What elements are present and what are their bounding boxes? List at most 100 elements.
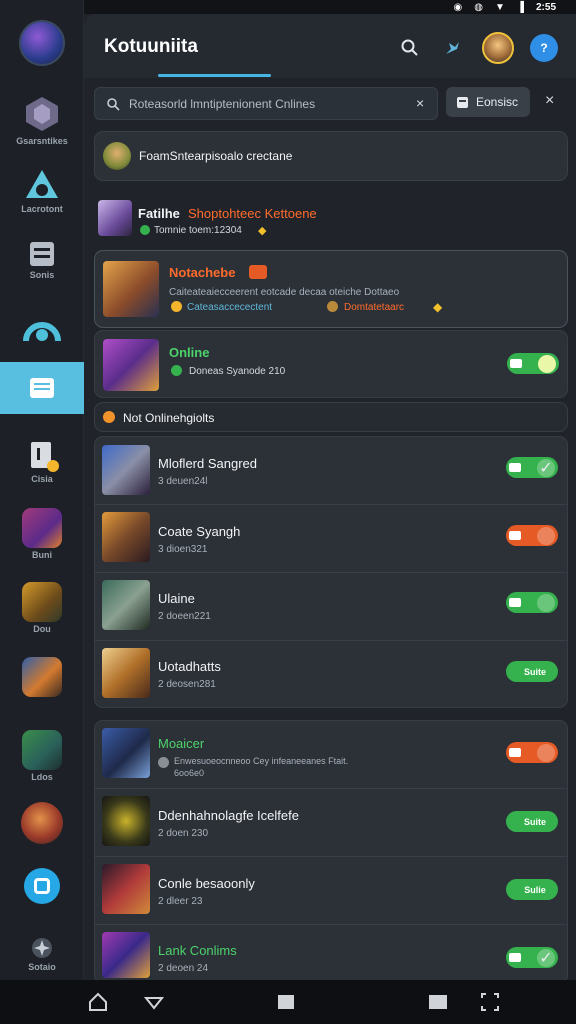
user-avatar xyxy=(482,32,514,64)
status-toggle[interactable]: Suite xyxy=(506,661,558,682)
help-button[interactable]: ? xyxy=(528,32,560,64)
home-icon xyxy=(89,992,107,1011)
pin-icon xyxy=(446,42,459,54)
sync-icon: ◍ xyxy=(474,1,483,13)
filter-button[interactable]: Eonsisc xyxy=(446,87,530,117)
badge-icon xyxy=(327,301,338,312)
sidebar-item-discover[interactable] xyxy=(0,307,84,343)
sidebar-item-messages[interactable] xyxy=(0,362,84,414)
sidebar-item-friends[interactable]: Dou xyxy=(0,582,84,634)
messages-icon xyxy=(30,378,54,398)
status-toggle[interactable] xyxy=(506,525,558,546)
main-panel: Kotuuniita ? Roteasorld lmntiptenionent … xyxy=(84,14,576,984)
status-toggle[interactable] xyxy=(506,742,558,763)
friend-avatar xyxy=(102,864,150,914)
status-bar: ◉ ◍ ▼ ▐ 2:55 xyxy=(0,0,576,14)
search-input[interactable]: Roteasorld lmntiptenionent Cnlines × xyxy=(94,87,438,120)
friend-avatar xyxy=(102,796,150,846)
crown-icon xyxy=(26,170,58,198)
sidebar-item-guild[interactable] xyxy=(0,802,84,844)
sidebar-item-inventory[interactable]: Cisia xyxy=(0,438,84,484)
games-icon xyxy=(26,97,58,131)
recents-button[interactable] xyxy=(428,992,448,1012)
friend-avatar xyxy=(102,648,150,698)
user-avatar-button[interactable] xyxy=(482,32,514,64)
clear-search-button[interactable]: × xyxy=(416,95,424,111)
sidebar-item-tools[interactable]: Ldos xyxy=(0,730,84,782)
status-toggle[interactable] xyxy=(506,592,558,613)
back-icon xyxy=(144,997,164,1010)
chat-bubble-icon xyxy=(510,359,522,368)
page-title: Kotuuniita xyxy=(104,36,198,57)
discover-icon xyxy=(23,322,61,342)
close-button[interactable]: × xyxy=(545,92,554,110)
guild-icon xyxy=(21,802,63,844)
hero-icon xyxy=(22,657,62,697)
gem-icon: ◆ xyxy=(433,300,443,314)
status-toggle[interactable]: ✓ xyxy=(506,947,558,968)
online-thumbnail xyxy=(103,339,159,391)
gem-icon: ◆ xyxy=(258,225,267,237)
sidebar: Gsarsntikes Lacrotont Sonis Cisia Buni D… xyxy=(0,0,84,980)
featured-thumbnail xyxy=(98,200,132,236)
status-toggle[interactable]: Suite xyxy=(506,811,558,832)
wifi-icon: ▼ xyxy=(494,1,505,13)
system-nav-bar xyxy=(0,980,576,1024)
signal-icon: ▐ xyxy=(516,1,524,13)
sidebar-item-games[interactable]: Gsarsntikes xyxy=(0,94,84,146)
chat-icon xyxy=(24,868,60,904)
search-row: Roteasorld lmntiptenionent Cnlines × Eon… xyxy=(94,87,566,120)
active-tab-indicator xyxy=(158,74,271,77)
friends-icon xyxy=(22,582,62,622)
search-icon xyxy=(401,39,418,56)
back-button[interactable] xyxy=(144,992,164,1012)
online-toggle[interactable] xyxy=(507,353,559,374)
sidebar-item-squad[interactable]: Buni xyxy=(0,508,84,560)
sidebar-profile-avatar[interactable] xyxy=(0,20,84,66)
status-time: 2:55 xyxy=(535,1,556,13)
sidebar-item-leaderboard[interactable]: Lacrotont xyxy=(0,168,84,214)
screenshot-button[interactable] xyxy=(480,992,500,1012)
screenshot-icon xyxy=(481,993,499,1011)
warning-icon xyxy=(103,411,115,423)
friend-avatar xyxy=(102,512,150,562)
status-toggle[interactable]: ✓ xyxy=(506,457,558,478)
recents-icon xyxy=(429,995,447,1009)
notification-badge xyxy=(249,265,267,279)
search-button[interactable] xyxy=(394,32,426,64)
banner[interactable]: FoamSntearpisoalo crectane xyxy=(94,131,568,181)
sidebar-item-chat[interactable] xyxy=(0,868,84,904)
notification-thumbnail xyxy=(103,261,159,317)
tools-icon xyxy=(22,730,62,770)
store-icon xyxy=(30,242,54,266)
settings-icon xyxy=(32,938,52,958)
squad-icon xyxy=(22,508,62,548)
overview-button[interactable] xyxy=(276,992,296,1012)
info-icon xyxy=(158,757,169,768)
friend-avatar xyxy=(102,445,150,495)
sidebar-item-hero[interactable] xyxy=(0,657,84,697)
banner-avatar xyxy=(103,142,131,170)
home-button[interactable] xyxy=(88,992,108,1012)
friend-avatar xyxy=(102,932,150,978)
online-card[interactable]: Online Doneas Syanode 210 xyxy=(94,330,568,398)
coin-icon xyxy=(171,301,182,312)
notification-icon: ◉ xyxy=(453,1,463,13)
filter-icon xyxy=(457,97,468,108)
sidebar-item-store[interactable]: Sonis xyxy=(0,240,84,280)
friend-avatar xyxy=(102,728,150,778)
online-dot-icon xyxy=(140,225,150,235)
notification-card[interactable]: Notachebe Caiteateaiecceerent eotcade de… xyxy=(94,250,568,328)
sidebar-item-settings[interactable]: Sotaio xyxy=(0,936,84,972)
overview-icon xyxy=(278,995,294,1009)
section-header: Not Onlinehgiolts xyxy=(94,402,568,432)
search-query: Roteasorld lmntiptenionent Cnlines xyxy=(129,97,316,111)
online-dot-icon xyxy=(171,365,182,376)
box-icon xyxy=(31,442,59,472)
search-icon xyxy=(107,98,120,111)
pin-button[interactable] xyxy=(436,32,468,64)
help-icon: ? xyxy=(530,34,558,62)
status-toggle[interactable]: Sulie xyxy=(506,879,558,900)
friend-avatar xyxy=(102,580,150,630)
header: Kotuuniita ? xyxy=(84,14,576,78)
